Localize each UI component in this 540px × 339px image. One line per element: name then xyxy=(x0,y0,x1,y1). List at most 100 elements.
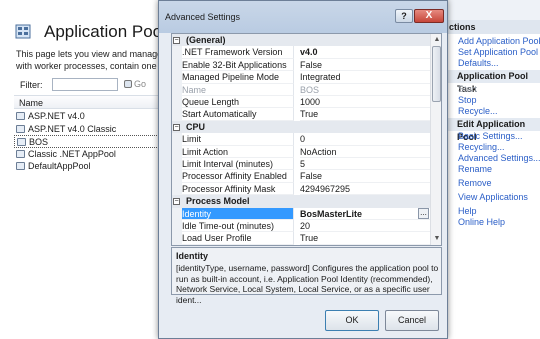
grid-gutter xyxy=(172,145,182,158)
grid-category[interactable]: − (General) xyxy=(172,34,430,47)
grid-gutter xyxy=(172,182,182,196)
grid-row[interactable]: Name BOS xyxy=(172,83,430,96)
grid-row[interactable]: Limit Action NoAction xyxy=(172,145,430,158)
property-value[interactable]: 1000 xyxy=(300,96,430,109)
pool-row[interactable]: ASP.NET v4.0 xyxy=(14,110,165,123)
property-value[interactable]: BosMasterLite xyxy=(300,208,430,220)
go-button[interactable]: Go xyxy=(124,79,146,89)
grid-category-name: (General) xyxy=(186,35,226,45)
set-pool-defaults-link[interactable]: Set Application Pool xyxy=(458,47,538,57)
grid-row[interactable]: Limit 0 xyxy=(172,133,430,146)
pool-list: ASP.NET v4.0 ASP.NET v4.0 Classic BOS Cl… xyxy=(14,110,165,173)
online-help-link[interactable]: Online Help xyxy=(458,217,505,227)
property-name: Processor Affinity Mask xyxy=(182,182,294,196)
cancel-button[interactable]: Cancel xyxy=(385,310,439,331)
pool-name: ASP.NET v4.0 xyxy=(28,111,85,121)
property-value[interactable]: 5 xyxy=(300,158,430,171)
grid-category[interactable]: − Process Model xyxy=(172,195,430,208)
pool-name: DefaultAppPool xyxy=(28,161,91,171)
grid-row[interactable]: .NET Framework Version v4.0 xyxy=(172,46,430,59)
grid-gutter xyxy=(172,232,182,245)
page-header: Application Pools xyxy=(0,18,174,44)
page-description-line: This page lets you view and manage th xyxy=(16,49,166,59)
grid-row[interactable]: Load User Profile True xyxy=(172,232,430,245)
grid-gutter xyxy=(172,71,182,84)
collapse-toggle-icon[interactable]: − xyxy=(173,37,180,44)
property-grid-scrollbar[interactable]: ▲ ▼ xyxy=(430,34,441,245)
grid-row-selected[interactable]: Identity BosMasterLite... xyxy=(172,207,430,220)
pool-row[interactable]: Classic .NET AppPool xyxy=(14,148,165,161)
pool-icon xyxy=(16,112,25,120)
close-button[interactable]: X xyxy=(414,9,444,23)
pool-row[interactable]: ASP.NET v4.0 Classic xyxy=(14,123,165,136)
property-value[interactable]: 0 xyxy=(300,133,430,146)
pool-name: Classic .NET AppPool xyxy=(28,148,116,159)
property-name: Name xyxy=(182,83,294,96)
property-value[interactable]: Integrated xyxy=(300,71,430,84)
rename-link[interactable]: Rename xyxy=(458,164,492,174)
grid-row[interactable]: Enable 32-Bit Applications False xyxy=(172,58,430,72)
grid-row[interactable]: Queue Length 1000 xyxy=(172,96,430,109)
property-value[interactable]: v4.0 xyxy=(300,46,430,59)
property-name: Limit Interval (minutes) xyxy=(182,158,294,171)
add-application-pool-link[interactable]: Add Application Pool... xyxy=(458,36,540,46)
scroll-up-arrow-icon[interactable]: ▲ xyxy=(432,35,441,45)
property-value[interactable]: NoAction xyxy=(300,146,430,158)
property-value[interactable]: False xyxy=(300,59,430,72)
help-button[interactable]: ? xyxy=(395,9,413,23)
pool-row[interactable]: DefaultAppPool xyxy=(14,160,165,173)
property-name: Load User Profile xyxy=(182,232,294,245)
grid-row[interactable]: Processor Affinity Mask 4294967295 xyxy=(172,182,430,196)
property-value[interactable]: False xyxy=(300,170,430,183)
grid-row[interactable]: Managed Pipeline Mode Integrated xyxy=(172,71,430,84)
scroll-down-arrow-icon[interactable]: ▼ xyxy=(432,234,441,244)
pool-row-selected[interactable]: BOS xyxy=(14,135,165,148)
scroll-thumb[interactable] xyxy=(432,46,441,102)
advanced-settings-dialog: Advanced Settings ? X − (General) .NET Fra… xyxy=(158,0,448,339)
identity-browse-button[interactable]: ... xyxy=(418,207,429,219)
property-name: Enable 32-Bit Applications xyxy=(182,58,294,72)
grid-category[interactable]: − CPU xyxy=(172,120,430,134)
pool-icon xyxy=(17,138,26,146)
filter-label: Filter: xyxy=(20,80,43,90)
property-name: Idle Time-out (minutes) xyxy=(182,220,294,233)
help-link[interactable]: Help xyxy=(458,206,477,216)
stop-link[interactable]: Stop xyxy=(458,95,477,105)
grid-gutter xyxy=(172,46,182,59)
recycling-link[interactable]: Recycling... xyxy=(458,142,505,152)
collapse-toggle-icon[interactable]: − xyxy=(173,198,180,206)
property-value[interactable]: True xyxy=(300,232,430,245)
filter-input[interactable] xyxy=(52,78,118,91)
view-applications-link[interactable]: View Applications xyxy=(458,192,528,202)
ok-button[interactable]: OK xyxy=(325,310,379,331)
grid-row[interactable]: Start Automatically True xyxy=(172,108,430,121)
grid-row[interactable]: Idle Time-out (minutes) 20 xyxy=(172,220,430,233)
property-name: Managed Pipeline Mode xyxy=(182,71,294,84)
remove-link[interactable]: Remove xyxy=(458,178,492,188)
page-title: Application Pools xyxy=(44,22,175,41)
grid-gutter xyxy=(172,58,182,72)
property-grid: − (General) .NET Framework Version v4.0 Enab… xyxy=(171,33,442,246)
advanced-settings-link[interactable]: Advanced Settings... xyxy=(458,153,540,163)
property-name: Start Automatically xyxy=(182,108,294,121)
grid-row[interactable]: Limit Interval (minutes) 5 xyxy=(172,158,430,171)
start-link: Start xyxy=(458,84,478,94)
pool-tasks-header: Application Pool Task xyxy=(441,70,540,94)
property-value[interactable]: True xyxy=(300,108,430,121)
property-value[interactable]: 20 xyxy=(300,220,430,233)
set-pool-defaults-link-cont[interactable]: Defaults... xyxy=(458,58,499,68)
recycle-link[interactable]: Recycle... xyxy=(458,106,498,116)
collapse-toggle-icon[interactable]: − xyxy=(173,123,180,131)
property-value[interactable]: 4294967295 xyxy=(300,183,430,196)
property-name: Queue Length xyxy=(182,96,294,109)
property-name: Processor Affinity Enabled xyxy=(182,170,294,183)
features-pane: Application Pools This page lets you vie… xyxy=(0,0,174,339)
basic-settings-link[interactable]: Basic Settings... xyxy=(458,131,523,141)
go-label: Go xyxy=(134,79,147,89)
page-description: This page lets you view and manage th wi… xyxy=(16,48,166,72)
list-header-name[interactable]: Name xyxy=(14,95,165,109)
application-pools-icon xyxy=(15,24,31,39)
grid-row[interactable]: Processor Affinity Enabled False xyxy=(172,170,430,183)
property-value[interactable]: BOS xyxy=(300,84,430,96)
pool-icon xyxy=(16,124,25,133)
